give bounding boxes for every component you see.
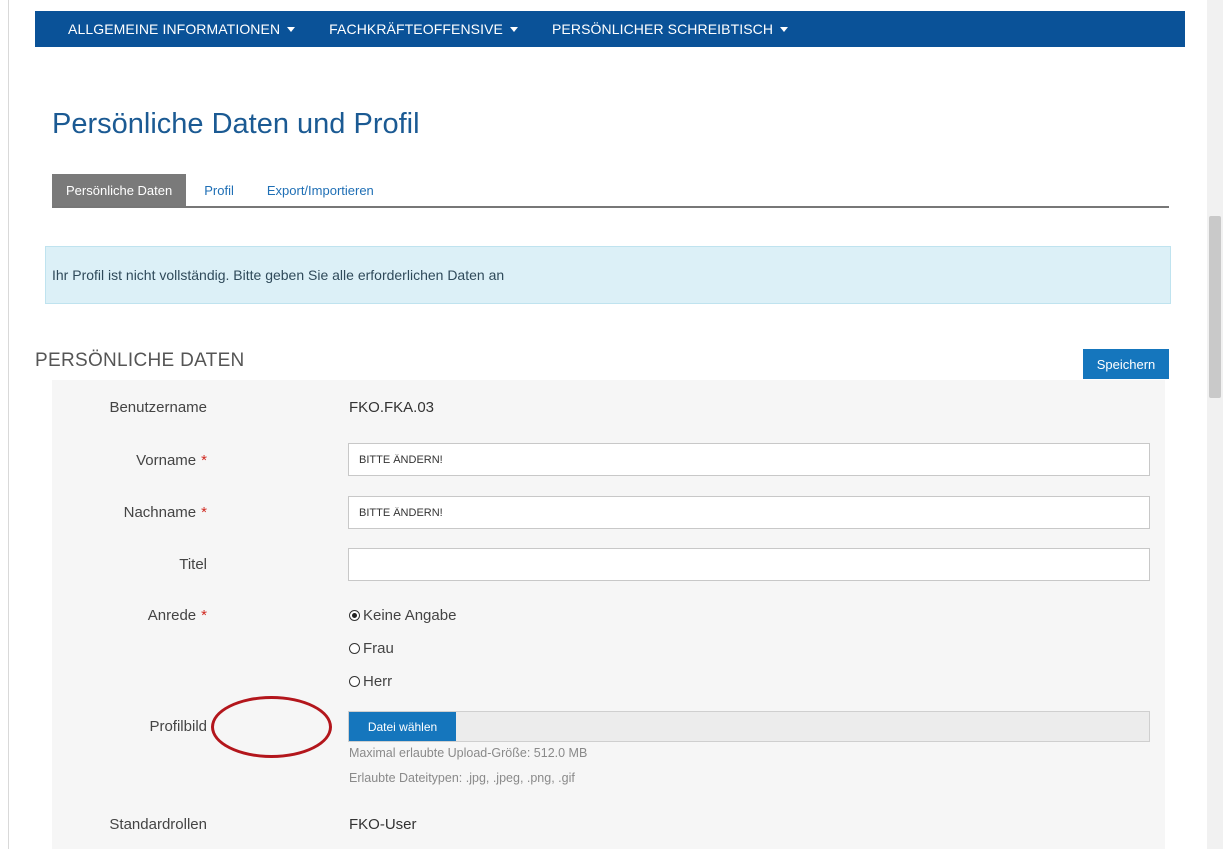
upload-size-hint: Maximal erlaubte Upload-Größe: 512.0 MB <box>349 746 588 760</box>
nav-item-fachkraefteoffensive[interactable]: FACHKRÄFTEOFFENSIVE <box>329 21 518 37</box>
alert-text: Ihr Profil ist nicht vollständig. Bitte … <box>52 267 505 283</box>
username-label: Benutzername <box>109 399 207 416</box>
nav-item-allgemeine-informationen[interactable]: ALLGEMEINE INFORMATIONEN <box>68 21 296 37</box>
radio-unchecked-icon[interactable] <box>349 643 360 654</box>
radio-checked-icon[interactable] <box>349 610 360 621</box>
roles-label: Standardrollen <box>109 816 207 833</box>
tab-persoenliche-daten[interactable]: Persönliche Daten <box>52 174 187 206</box>
annotation-circle <box>211 696 332 758</box>
radio-label: Herr <box>363 673 393 690</box>
profile-incomplete-alert: Ihr Profil ist nicht vollständig. Bitte … <box>45 246 1171 304</box>
title-label: Titel <box>179 556 207 573</box>
radio-unchecked-icon[interactable] <box>349 676 360 687</box>
required-marker: * <box>201 452 207 469</box>
profile-picture-file-input[interactable]: Datei wählen <box>348 711 1150 742</box>
salutation-option-keine-angabe[interactable]: Keine Angabe <box>349 607 456 624</box>
title-input[interactable] <box>348 548 1150 581</box>
page-left-border <box>8 0 9 849</box>
caret-down-icon <box>287 26 296 32</box>
required-marker: * <box>201 607 207 624</box>
salutation-option-frau[interactable]: Frau <box>349 640 394 657</box>
firstname-label: Vorname * <box>136 452 207 469</box>
lastname-label: Nachname * <box>123 504 207 521</box>
radio-label: Keine Angabe <box>363 607 457 624</box>
tab-bar: Persönliche Daten Profil Export/Importie… <box>52 174 1169 208</box>
vertical-scrollbar[interactable] <box>1207 0 1223 849</box>
salutation-label: Anrede * <box>147 607 207 624</box>
firstname-input[interactable] <box>348 443 1150 476</box>
required-marker: * <box>201 504 207 521</box>
file-types-hint: Erlaubte Dateitypen: .jpg, .jpeg, .png, … <box>349 771 575 785</box>
radio-label: Frau <box>363 640 394 657</box>
choose-file-button[interactable]: Datei wählen <box>349 712 456 741</box>
roles-value: FKO-User <box>349 816 417 833</box>
profile-picture-label: Profilbild <box>149 718 207 735</box>
page-title: Persönliche Daten und Profil <box>52 108 420 140</box>
caret-down-icon <box>780 26 789 32</box>
nav-item-label: PERSÖNLICHER SCHREIBTISCH <box>551 21 774 37</box>
save-button[interactable]: Speichern <box>1083 349 1169 379</box>
username-value: FKO.FKA.03 <box>349 399 435 416</box>
tab-profil[interactable]: Profil <box>186 174 252 206</box>
lastname-input[interactable] <box>348 496 1150 529</box>
nav-item-label: FACHKRÄFTEOFFENSIVE <box>329 21 503 37</box>
scrollbar-thumb[interactable] <box>1209 216 1221 398</box>
nav-item-label: ALLGEMEINE INFORMATIONEN <box>68 21 281 37</box>
tab-export-importieren[interactable]: Export/Importieren <box>252 174 389 206</box>
top-navigation-bar: ALLGEMEINE INFORMATIONEN FACHKRÄFTEOFFEN… <box>35 11 1185 47</box>
section-title: PERSÖNLICHE DATEN <box>35 350 245 371</box>
nav-item-persoenlicher-schreibtisch[interactable]: PERSÖNLICHER SCHREIBTISCH <box>551 21 789 37</box>
caret-down-icon <box>509 26 518 32</box>
salutation-option-herr[interactable]: Herr <box>349 673 392 690</box>
